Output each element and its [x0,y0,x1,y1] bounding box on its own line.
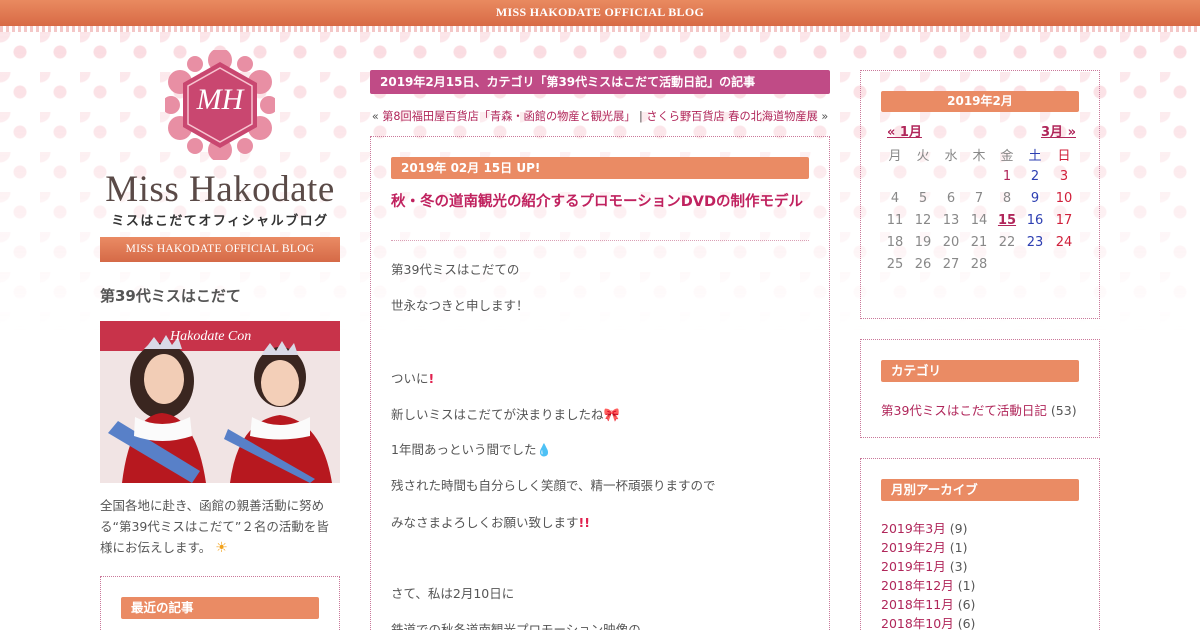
prev-post-link[interactable]: 第8回福田屋百貨店「青森・函館の物産と観光展」 [382,110,635,123]
profile-heading: 第39代ミスはこだて [100,287,241,305]
next-post-link[interactable]: さくら野百貨店 春の北海道物産展 [646,110,817,123]
archive-link[interactable]: 2019年1月 [881,559,946,574]
recent-posts-title: 最近の記事 [121,597,319,619]
calendar-day[interactable]: 24 [1050,235,1078,250]
calendar-day[interactable]: 15 [993,213,1021,228]
post-paragraph: 鉄道での秋冬道南観光プロモーション映像の [391,622,641,630]
archive-link[interactable]: 2019年3月 [881,521,946,536]
archive-item: 2019年3月 (9) [881,518,967,537]
archive-item: 2019年1月 (3) [881,556,967,575]
calendar-day[interactable]: 3 [1050,169,1078,184]
calendar-day: 21 [970,235,988,250]
double-exclamation-icon: !! [578,515,590,530]
logo-emblem[interactable]: MH [162,48,278,162]
calendar-day[interactable]: 17 [1050,213,1078,228]
calendar-day: 25 [886,257,904,272]
archive-link[interactable]: 2019年2月 [881,540,946,555]
archive-count: (6) [957,597,976,612]
archive-count: (9) [949,521,968,536]
description-line: 様にお伝えします。 ☀ [100,540,228,556]
sweat-drop-icon: 💧 [536,443,552,457]
calendar-day: 19 [914,235,932,250]
archive-link[interactable]: 2018年11月 [881,597,954,612]
calendar-day: 6 [946,191,956,206]
post-paragraph: さて、私は2月10日に [391,586,515,601]
weekday-header: 水 [944,149,958,164]
sun-icon: ☀ [215,540,228,556]
logo-monogram: MH [196,83,244,116]
archive-count: (1) [957,578,976,593]
calendar-next-month[interactable]: 3月 » [1041,121,1076,140]
calendar-day: 20 [942,235,960,250]
post-paragraph: ついに! [391,371,435,386]
category-link[interactable]: 第39代ミスはこだて活動日記 [881,403,1047,418]
category-box [860,339,1100,438]
post-paragraph: 残された時間も自分らしく笑顔で、精一杯頑張りますので [391,478,716,493]
recent-posts-box: 最近の記事 [100,576,340,630]
title-divider [391,240,809,241]
archive-count: (3) [949,559,968,574]
archive-title: 月別アーカイブ [881,479,1079,501]
weekday-header: 火 [916,149,930,164]
calendar-day: 13 [942,213,960,228]
archive-item: 2018年11月 (6) [881,594,975,613]
archive-item: 2018年10月 (6) [881,613,975,630]
calendar-day[interactable]: 10 [1050,191,1078,206]
post-paragraph: みなさまよろしくお願い致します!! [391,515,590,530]
weekday-header: 月 [888,149,902,164]
calendar-title: 2019年2月 [881,91,1079,112]
calendar-day: 8 [1002,191,1012,206]
calendar-day: 28 [970,257,988,272]
category-count: (53) [1050,403,1077,418]
calendar-day[interactable]: 9 [1021,191,1049,206]
post-title[interactable]: 秋・冬の道南観光の紹介するプロモーションDVDの制作モデル [391,192,811,213]
weekday-header: 金 [1000,149,1014,164]
site-logo-subtitle: ミスはこだてオフィシャルブログ [111,214,329,229]
calendar-day: 26 [914,257,932,272]
calendar-day: 12 [914,213,932,228]
archive-item: 2018年12月 (1) [881,575,975,594]
weekday-header: 木 [972,149,986,164]
exclamation-icon: ! [428,371,435,386]
calendar-prev-month[interactable]: « 1月 [887,121,922,140]
calendar-day[interactable]: 2 [1021,169,1049,184]
weekday-header: 土 [1028,149,1042,164]
blog-description: 全国各地に赴き、函館の親善活動に努め る“第39代ミスはこだて”２名の活動を皆 … [100,495,345,559]
site-logo-title[interactable]: Miss Hakodate [100,168,340,211]
post-paragraph: 世永なつきと申します！ [391,298,529,313]
post-navigation: « 第8回福田屋百貨店「青森・函館の物産と観光展」 | さくら野百貨店 春の北海… [371,110,829,123]
calendar-day[interactable]: 1 [993,169,1021,184]
weekday-header: 日 [1057,149,1071,164]
archive-count: (1) [949,540,968,555]
post-paragraph: 1年間あっという間でした💧 [391,442,552,457]
description-line: 全国各地に赴き、函館の親善活動に努め [100,498,325,513]
category-heading-bar: 2019年2月15日、カテゴリ「第39代ミスはこだて活動日記」の記事 [370,70,830,94]
calendar-day: 4 [890,191,900,206]
archive-link[interactable]: 2018年10月 [881,616,954,630]
description-line: る“第39代ミスはこだて”２名の活動を皆 [100,519,329,534]
category-item: 第39代ミスはこだて活動日記 (53) [881,400,1077,419]
blog-top-bar[interactable]: MISS HAKODATE OFFICIAL BLOG [0,0,1200,26]
archive-item: 2019年2月 (1) [881,537,967,556]
miss-hakodate-photo: Hakodate Con [100,321,340,483]
calendar-day: 5 [918,191,928,206]
calendar-day: 27 [942,257,960,272]
post-paragraph: 新しいミスはこだてが決まりましたね🎀 [391,407,620,423]
post-paragraph: 第39代ミスはこだての [391,262,520,277]
category-title: カテゴリ [881,360,1079,382]
post-date-bar: 2019年 02月 15日 UP! [391,157,809,179]
archive-count: (6) [957,616,976,630]
calendar-day: 11 [886,213,904,228]
calendar-day: 14 [970,213,988,228]
ribbon-icon: 🎀 [603,408,620,423]
photo-backdrop-text: Hakodate Con [170,329,252,344]
archive-link[interactable]: 2018年12月 [881,578,954,593]
site-logo-banner: MISS HAKODATE OFFICIAL BLOG [100,237,340,262]
calendar-day: 18 [886,235,904,250]
calendar-day: 7 [974,191,984,206]
calendar-day: 22 [998,235,1016,250]
calendar-day[interactable]: 23 [1021,235,1049,250]
calendar-day[interactable]: 16 [1021,213,1049,228]
